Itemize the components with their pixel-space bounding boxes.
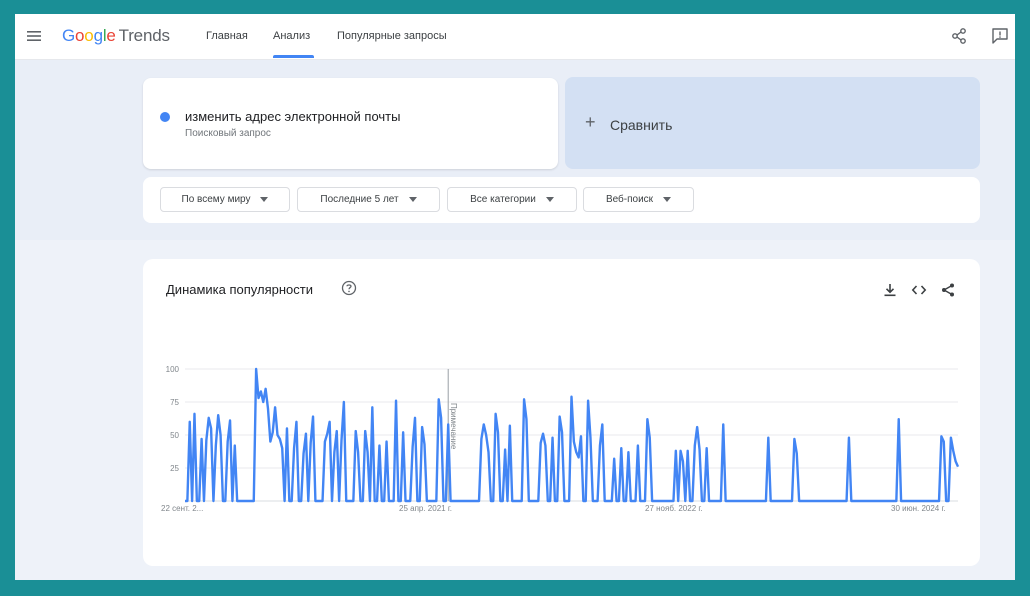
compare-button[interactable]: + Сравнить <box>565 77 980 169</box>
x-tick-label: 27 нояб. 2022 г. <box>645 504 703 513</box>
search-term-type: Поисковый запрос <box>185 128 271 139</box>
nav-trending[interactable]: Популярные запросы <box>337 30 447 42</box>
search-term-card[interactable]: изменить адрес электронной почты Поисков… <box>143 78 558 169</box>
y-tick-label: 75 <box>170 398 179 407</box>
dropdown-arrow-icon <box>260 197 269 202</box>
feedback-icon[interactable] <box>991 27 1009 45</box>
dropdown-arrow-icon <box>408 197 417 202</box>
filter-time-range[interactable]: Последние 5 лет <box>297 187 440 212</box>
share-icon[interactable] <box>950 27 968 45</box>
series-color-dot <box>160 112 170 122</box>
filter-category-label: Все категории <box>470 194 536 205</box>
y-tick-label: 50 <box>170 431 179 440</box>
filter-category[interactable]: Все категории <box>447 187 577 212</box>
active-tab-indicator <box>273 55 314 58</box>
y-tick-label: 100 <box>166 365 180 374</box>
x-tick-label: 30 июн. 2024 г. <box>891 504 946 513</box>
annotation-label: Примечание <box>449 403 458 450</box>
filter-search-type-label: Веб-поиск <box>605 194 654 205</box>
hamburger-menu-icon[interactable] <box>26 28 42 44</box>
filter-time-label: Последние 5 лет <box>320 194 399 205</box>
filter-region[interactable]: По всему миру <box>160 187 290 212</box>
search-term[interactable]: изменить адрес электронной почты <box>185 109 400 124</box>
google-trends-logo[interactable]: Google Trends <box>62 26 170 46</box>
trend-line-chart[interactable]: 100 75 50 25 Примечание 22 сент. 2... 25 апр. … <box>143 259 980 566</box>
filters-bar: По всему миру Последние 5 лет Все катего… <box>143 177 980 223</box>
filter-region-label: По всему миру <box>181 194 251 205</box>
dropdown-arrow-icon <box>545 197 554 202</box>
plus-icon: + <box>585 112 596 132</box>
trends-window: Google Trends Главная Анализ Популярные з… <box>15 14 1015 580</box>
x-tick-label: 22 сент. 2... <box>161 504 203 513</box>
top-app-bar: Google Trends Главная Анализ Популярные з… <box>15 14 1015 60</box>
nav-explore[interactable]: Анализ <box>273 30 310 42</box>
y-tick-label: 25 <box>170 464 179 473</box>
nav-home[interactable]: Главная <box>206 30 248 42</box>
compare-label: Сравнить <box>610 117 673 133</box>
filter-search-type[interactable]: Веб-поиск <box>583 187 694 212</box>
x-tick-label: 25 апр. 2021 г. <box>399 504 452 513</box>
interest-over-time-card: Динамика популярности 100 75 50 25 Примечани… <box>143 259 980 566</box>
dropdown-arrow-icon <box>663 197 672 202</box>
